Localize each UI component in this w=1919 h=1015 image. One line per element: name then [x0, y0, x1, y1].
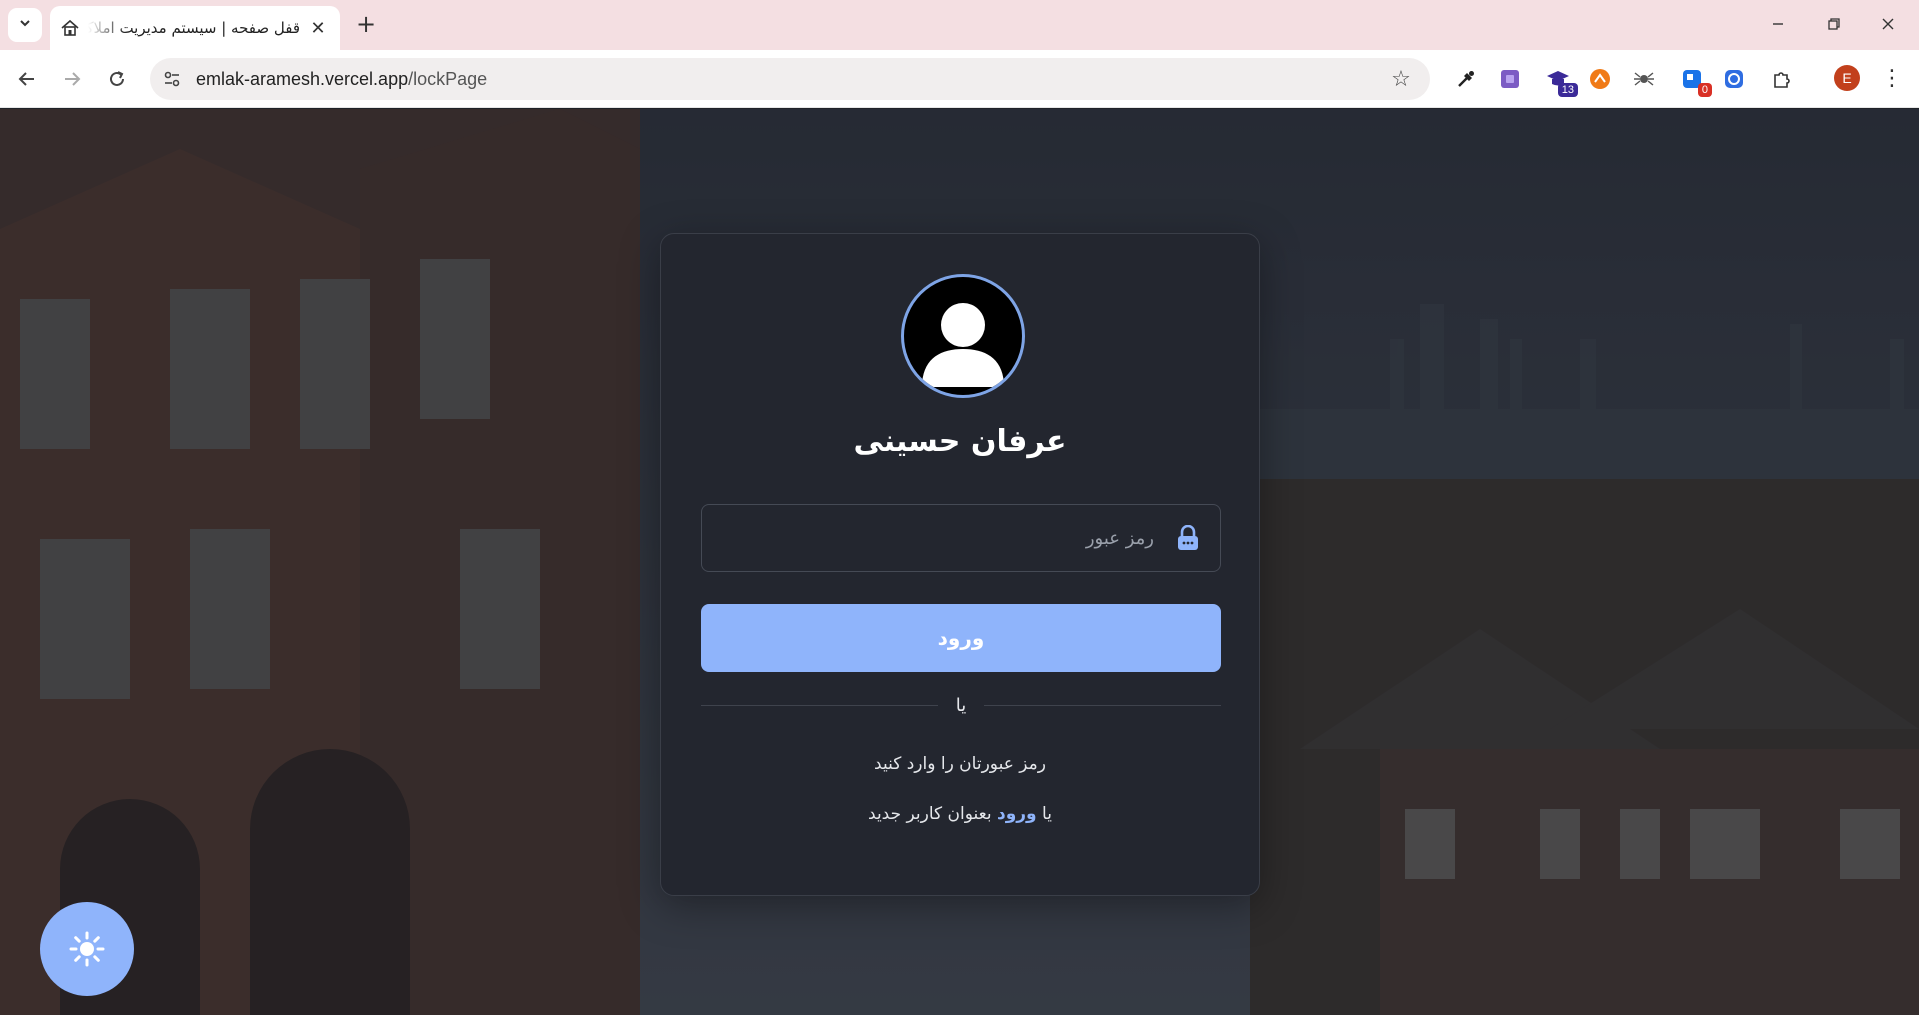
address-bar[interactable]: emlak-aramesh.vercel.app/lockPage ☆: [150, 58, 1430, 100]
browser-tabstrip: قفل صفحه | سیستم مدیریت املاک ✕ +: [0, 0, 1919, 50]
user-avatar: [901, 274, 1025, 398]
restore-button[interactable]: [1814, 6, 1854, 42]
purple-extension-icon[interactable]: [1496, 65, 1524, 93]
new-user-login-link[interactable]: ورود: [997, 804, 1037, 824]
divider-line: [701, 704, 938, 706]
minimize-button[interactable]: [1758, 6, 1798, 42]
tab-title: قفل صفحه | سیستم مدیریت املاک: [88, 19, 300, 37]
alt-login-prefix: یا: [1042, 804, 1052, 824]
password-hint: رمز عبورتان را وارد کنید: [874, 754, 1046, 774]
spider-icon[interactable]: [1630, 65, 1658, 93]
or-divider: یا: [701, 690, 1221, 720]
lock-card: عرفان حسینی ورود یا رمز عبورتان را وارد …: [660, 233, 1260, 896]
eyedropper-icon[interactable]: [1452, 65, 1480, 93]
divider-text: یا: [955, 694, 967, 716]
alt-login-text: یا ورود بعنوان کاربر جدید: [661, 804, 1259, 824]
profile-avatar[interactable]: E: [1834, 65, 1860, 91]
user-name: عرفان حسینی: [853, 424, 1067, 459]
browser-toolbar: emlak-aramesh.vercel.app/lockPage ☆ 13 0: [0, 50, 1919, 108]
url-host: emlak-aramesh.vercel.app: [196, 68, 409, 89]
forward-arrow-icon[interactable]: [57, 64, 87, 94]
extension-badge: 0: [1697, 83, 1712, 97]
tab-search-button[interactable]: [8, 8, 42, 42]
orange-extension-icon[interactable]: [1586, 65, 1614, 93]
theme-toggle-button[interactable]: [40, 902, 134, 996]
lock-page: عرفان حسینی ورود یا رمز عبورتان را وارد …: [0, 109, 1919, 1015]
more-menu-icon[interactable]: ⋮: [1880, 64, 1904, 92]
new-tab-button[interactable]: +: [352, 10, 380, 38]
browser-tab-active[interactable]: قفل صفحه | سیستم مدیریت املاک ✕: [50, 6, 340, 50]
blue-badge-extension-icon[interactable]: 0: [1678, 65, 1712, 97]
close-window-button[interactable]: [1868, 6, 1908, 42]
chevron-down-icon: [18, 16, 32, 34]
url-text: emlak-aramesh.vercel.app/lockPage: [196, 69, 1386, 90]
url-path: /lockPage: [408, 68, 488, 89]
password-input[interactable]: [702, 505, 1154, 571]
user-silhouette-icon: [922, 303, 1004, 387]
blue-circle-extension-icon[interactable]: [1720, 65, 1748, 93]
alt-login-suffix: بعنوان کاربر جدید: [868, 804, 992, 824]
reload-icon[interactable]: [102, 64, 132, 94]
puzzle-icon[interactable]: [1768, 65, 1796, 93]
site-settings-icon[interactable]: [160, 67, 184, 91]
back-arrow-icon[interactable]: [12, 64, 42, 94]
sun-icon: [69, 931, 105, 967]
close-icon[interactable]: ✕: [306, 16, 330, 40]
divider-line: [984, 704, 1221, 706]
bookmark-star-icon[interactable]: ☆: [1386, 64, 1416, 94]
house-favicon-icon: [60, 18, 80, 38]
lock-icon: [1174, 524, 1202, 552]
login-button[interactable]: ورود: [701, 604, 1221, 672]
extension-badge: 13: [1557, 83, 1578, 97]
password-field[interactable]: [701, 504, 1221, 572]
graduation-cap-icon[interactable]: 13: [1544, 65, 1578, 97]
